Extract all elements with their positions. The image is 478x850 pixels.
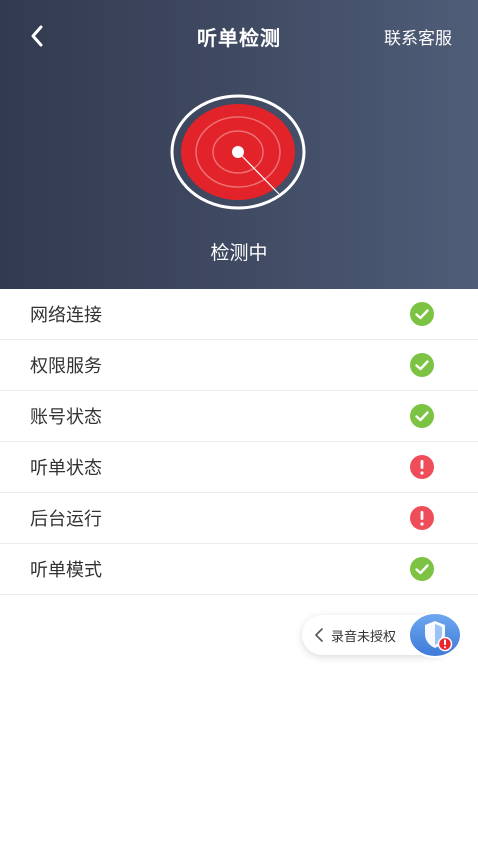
detection-status: 检测中 <box>210 242 268 264</box>
alert-circle-icon <box>410 455 434 479</box>
check-circle-icon <box>410 302 434 326</box>
check-row-background: 后台运行 <box>0 493 478 544</box>
check-label: 账号状态 <box>30 407 102 428</box>
radar-icon <box>170 94 306 210</box>
check-row-listen-status: 听单状态 <box>0 442 478 493</box>
check-list: 网络连接 权限服务 账号状态 听单状态 后台运行 听单模式 <box>0 289 478 595</box>
check-circle-icon <box>410 557 434 581</box>
recording-permission-text: 录音未授权 <box>331 630 397 645</box>
chevron-left-icon <box>315 628 323 642</box>
check-label: 权限服务 <box>30 356 102 377</box>
contact-service-link[interactable]: 联系客服 <box>384 24 452 49</box>
check-row-account: 账号状态 <box>0 391 478 442</box>
check-circle-icon <box>410 353 434 377</box>
check-label: 网络连接 <box>30 305 102 326</box>
check-row-listen-mode: 听单模式 <box>0 544 478 595</box>
check-row-network: 网络连接 <box>0 289 478 340</box>
alert-circle-icon <box>410 506 434 530</box>
check-label: 听单状态 <box>30 458 102 479</box>
check-label: 后台运行 <box>30 509 102 530</box>
shield-icon[interactable] <box>408 612 462 658</box>
check-circle-icon <box>410 404 434 428</box>
check-label: 听单模式 <box>30 560 102 581</box>
header: 听单检测 联系客服 检测中 <box>0 0 478 289</box>
check-row-permission: 权限服务 <box>0 340 478 391</box>
